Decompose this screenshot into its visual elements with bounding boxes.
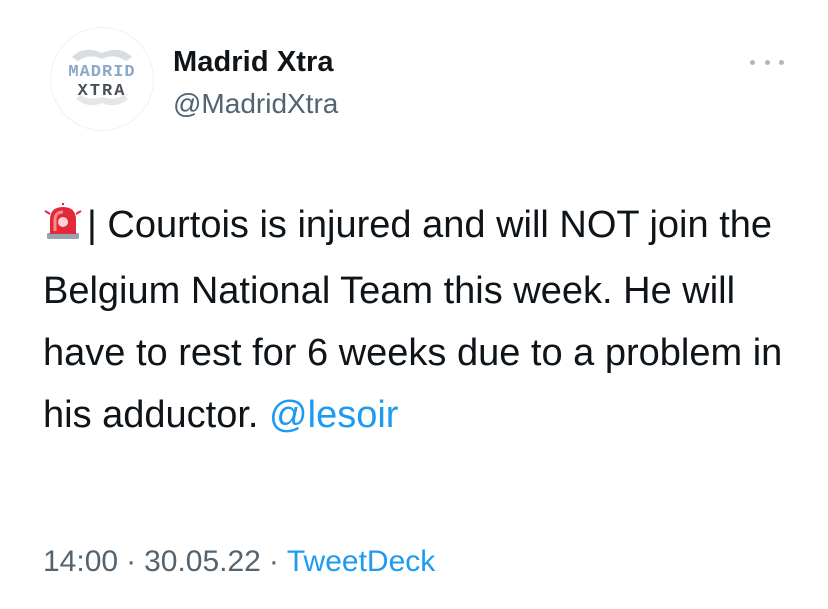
meta-separator: · (126, 545, 137, 578)
more-dot (779, 59, 784, 65)
tweet-text: | Courtois is injured and will NOT join … (43, 194, 803, 446)
tweet-metadata: 14:00 · 30.05.22 · TweetDeck (43, 545, 435, 579)
tweet-card: MADRID XTRA Madrid Xtra @MadridXtra | Co… (0, 0, 828, 609)
mention-link[interactable]: @lesoir (269, 394, 398, 436)
svg-text:MADRID: MADRID (68, 63, 135, 82)
tweet-source-link[interactable]: TweetDeck (287, 545, 435, 578)
meta-separator: · (268, 545, 279, 578)
tweet-text-content: | Courtois is injured and will NOT join … (43, 204, 783, 436)
more-dot (764, 59, 770, 65)
author-handle[interactable]: @MadridXtra (173, 88, 338, 120)
more-dot (750, 59, 755, 65)
more-options-icon[interactable] (750, 52, 784, 72)
svg-text:XTRA: XTRA (78, 82, 127, 101)
tweet-time[interactable]: 14:00 (43, 545, 118, 578)
police-car-light-icon (43, 198, 83, 260)
madrid-xtra-logo: MADRID XTRA (68, 49, 135, 106)
author-name[interactable]: Madrid Xtra (173, 46, 334, 79)
author-avatar[interactable]: MADRID XTRA (50, 27, 154, 131)
tweet-date[interactable]: 30.05.22 (144, 545, 261, 578)
